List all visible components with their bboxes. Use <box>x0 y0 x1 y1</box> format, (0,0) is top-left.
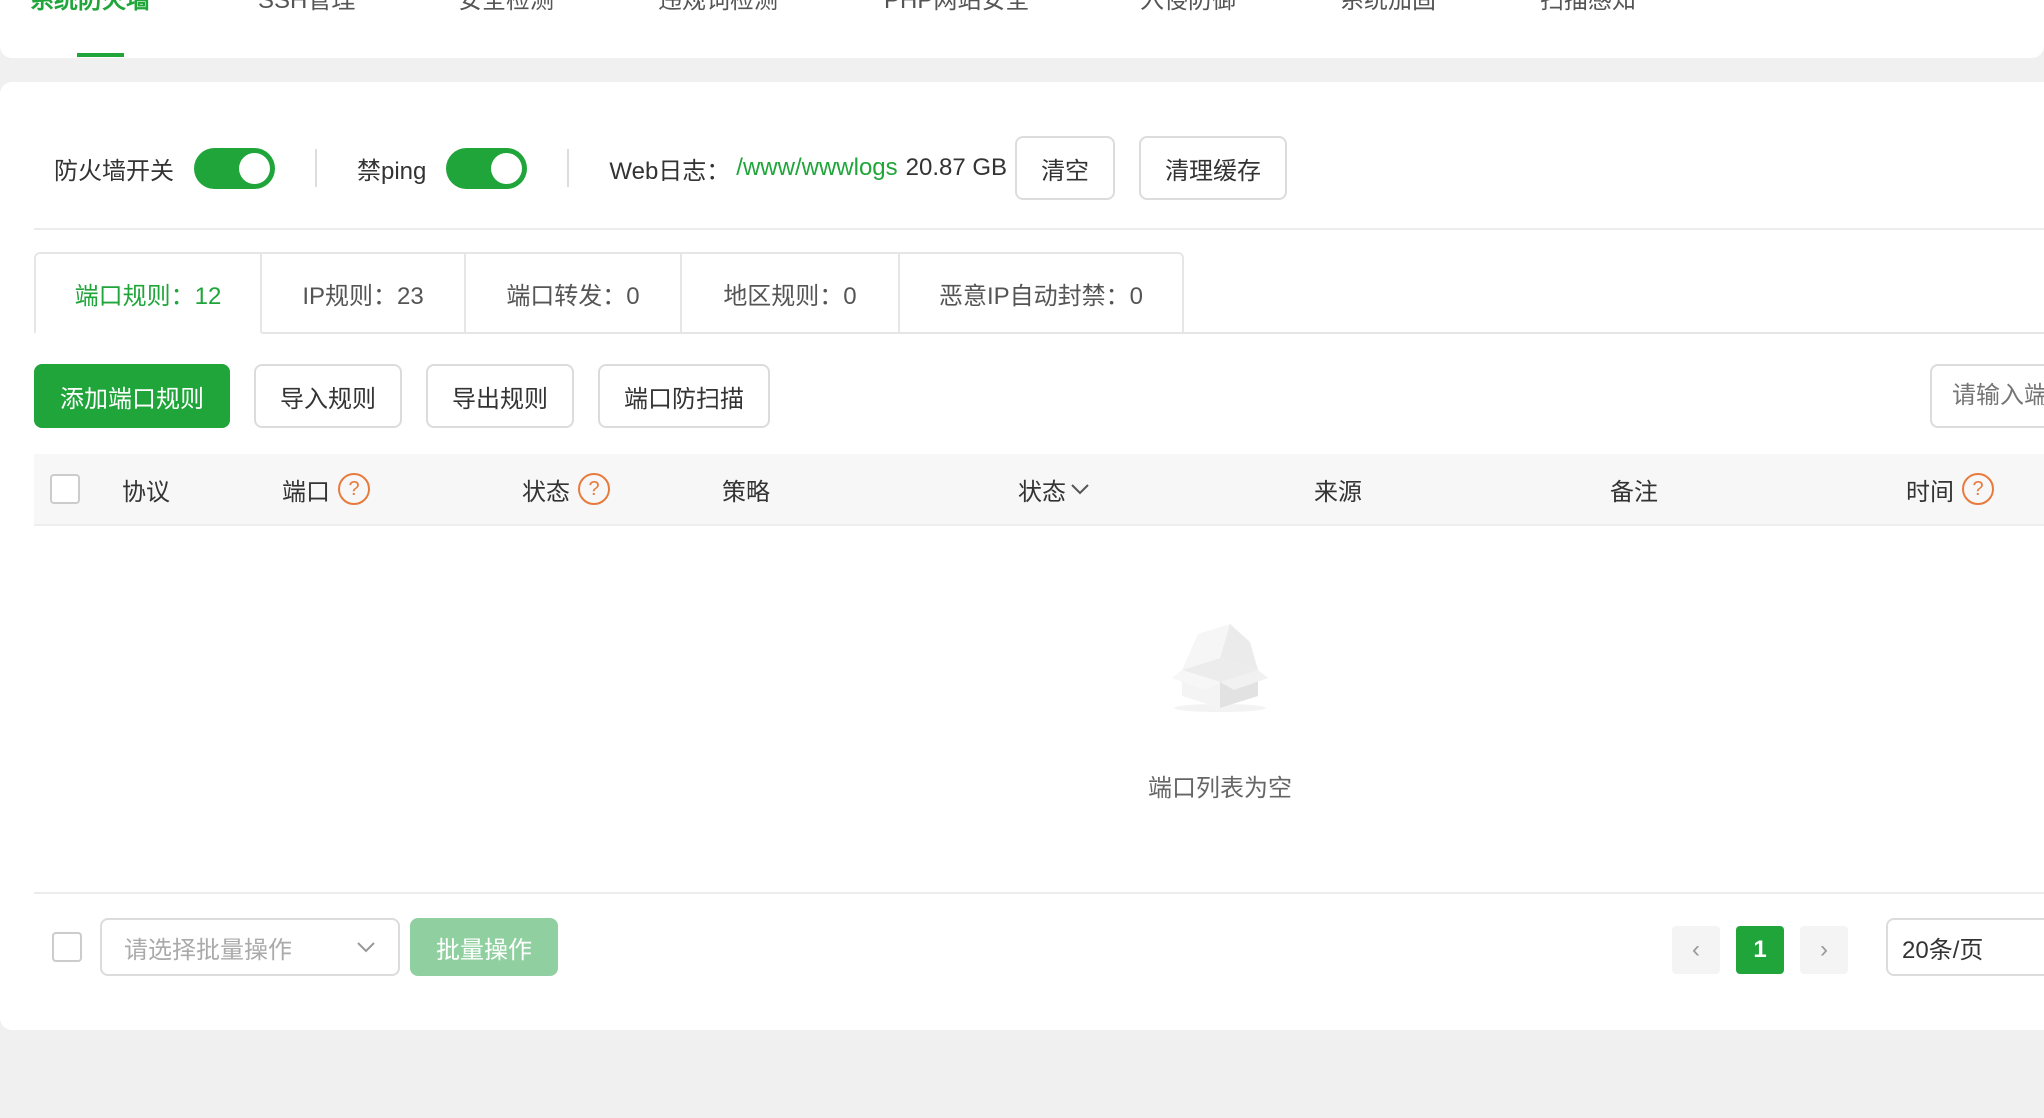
column-remark: 备注 <box>1610 478 1658 506</box>
add-port-rule-button[interactable]: 添加端口规则 <box>34 364 230 428</box>
prev-page-button[interactable]: ‹ <box>1672 926 1720 974</box>
tab-intrusion-prevention[interactable]: 入侵防御 <box>1140 0 1236 15</box>
column-time-label: 时间 <box>1906 478 1954 506</box>
ping-toggle[interactable] <box>446 147 528 189</box>
firewall-switch-label: 防火墙开关 <box>54 157 174 185</box>
port-anti-scan-button[interactable]: 端口防扫描 <box>598 364 770 428</box>
tab-port-rules[interactable]: 端口规则：12 <box>34 252 262 334</box>
ping-label: 禁ping <box>357 157 427 185</box>
help-icon[interactable]: ? <box>1962 473 1994 505</box>
bulk-action-button[interactable]: 批量操作 <box>410 918 558 976</box>
column-port: 端口 ? <box>282 454 370 524</box>
column-source: 来源 <box>1314 478 1362 506</box>
column-time: 时间 ? <box>1906 454 1994 524</box>
top-tab-bar: 系统防火墙 SSH管理 安全检测 违规词检测 PHP网站安全 入侵防御 系统加固… <box>0 0 2044 58</box>
next-page-button[interactable]: › <box>1800 926 1848 974</box>
page-number-button[interactable]: 1 <box>1736 926 1784 974</box>
empty-list-message: 端口列表为空 <box>1148 775 1292 802</box>
clear-logs-button[interactable]: 清空 <box>1015 136 1116 200</box>
tab-security-check[interactable]: 安全检测 <box>458 0 554 15</box>
column-state-filter[interactable]: 状态 <box>1018 454 1090 524</box>
tab-violation-word-check[interactable]: 违规词检测 <box>658 0 778 15</box>
tab-php-site-security[interactable]: PHP网站安全 <box>884 0 1029 15</box>
help-icon[interactable]: ? <box>578 473 610 505</box>
column-status: 状态 ? <box>522 454 610 524</box>
bulk-select-checkbox[interactable] <box>52 932 82 962</box>
chevron-down-icon <box>1071 484 1089 495</box>
bulk-action-placeholder: 请选择批量操作 <box>124 936 292 964</box>
empty-box-icon <box>1172 624 1268 712</box>
port-search-input[interactable] <box>1930 364 2044 428</box>
column-status-label: 状态 <box>522 478 570 506</box>
tab-system-firewall[interactable]: 系统防火墙 <box>30 0 150 15</box>
page-size-select[interactable]: 20条/页 <box>1886 918 2044 976</box>
tab-scan-detection[interactable]: 扫描感知 <box>1540 0 1636 15</box>
chevron-down-icon <box>357 942 375 953</box>
rule-actions: 添加端口规则 导入规则 导出规则 端口防扫描 <box>34 364 770 428</box>
table-header: 协议 端口 ? 状态 ? 策略 状态 来源 备注 时间 ? <box>34 454 2044 526</box>
firewall-toolbar: 防火墙开关 禁ping Web日志： /www/wwwlogs 20.87 GB… <box>54 136 1288 200</box>
rule-tabs: 端口规则：12 IP规则：23 端口转发：0 地区规则：0 恶意IP自动封禁：0 <box>34 252 1184 334</box>
tab-malicious-ip-ban[interactable]: 恶意IP自动封禁：0 <box>900 252 1184 334</box>
divider <box>315 149 317 187</box>
tab-system-hardening[interactable]: 系统加固 <box>1340 0 1436 15</box>
select-all-checkbox[interactable] <box>50 474 80 504</box>
pagination: ‹ 1 › <box>1672 926 1848 974</box>
select-all-checkbox-cell <box>50 454 80 524</box>
firewall-panel: 防火墙开关 禁ping Web日志： /www/wwwlogs 20.87 GB… <box>0 82 2044 1030</box>
tab-port-forwarding[interactable]: 端口转发：0 <box>466 252 682 334</box>
bulk-action-select[interactable]: 请选择批量操作 <box>100 918 400 976</box>
divider <box>1182 332 2044 334</box>
column-state-label: 状态 <box>1018 478 1066 506</box>
column-protocol: 协议 <box>122 478 170 506</box>
column-policy: 策略 <box>722 478 770 506</box>
tab-ssh-management[interactable]: SSH管理 <box>258 0 355 15</box>
active-tab-indicator <box>77 53 124 57</box>
divider <box>34 892 2044 894</box>
divider <box>34 228 2044 230</box>
export-rules-button[interactable]: 导出规则 <box>426 364 574 428</box>
weblog-path-link[interactable]: /www/wwwlogs <box>736 154 897 182</box>
divider <box>567 149 570 187</box>
weblog-size: 20.87 GB <box>905 154 1008 181</box>
tab-ip-rules[interactable]: IP规则：23 <box>262 252 466 334</box>
import-rules-button[interactable]: 导入规则 <box>254 364 402 428</box>
help-icon[interactable]: ? <box>338 473 370 505</box>
column-port-label: 端口 <box>282 478 330 506</box>
weblog-label: Web日志： <box>609 157 731 185</box>
firewall-toggle[interactable] <box>194 147 275 189</box>
tab-region-rules[interactable]: 地区规则：0 <box>682 252 900 334</box>
clear-cache-button[interactable]: 清理缓存 <box>1139 136 1288 200</box>
